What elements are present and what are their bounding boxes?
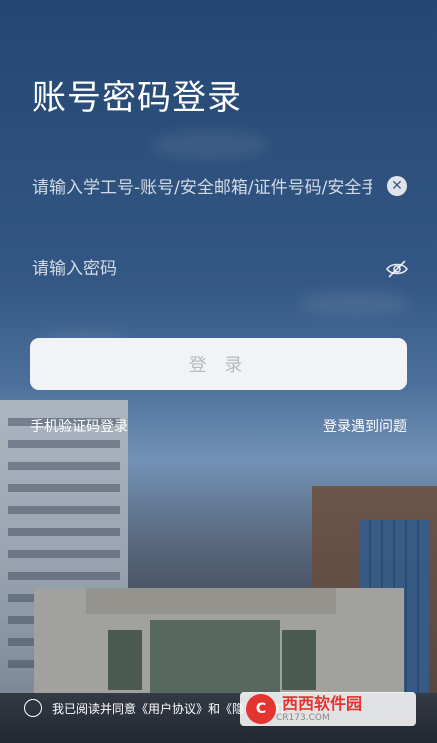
eye-off-icon[interactable] bbox=[385, 258, 409, 280]
username-field bbox=[32, 172, 410, 204]
clear-icon[interactable]: ✕ bbox=[387, 176, 407, 196]
login-help-link[interactable]: 登录遇到问题 bbox=[323, 416, 407, 436]
agreement-checkbox[interactable] bbox=[24, 699, 42, 717]
watermark: C 西西软件园 CR173.COM bbox=[240, 692, 416, 726]
username-input[interactable] bbox=[32, 172, 372, 204]
password-field bbox=[32, 253, 410, 285]
password-input[interactable] bbox=[32, 253, 372, 285]
watermark-text-block: 西西软件园 CR173.COM bbox=[276, 694, 363, 724]
watermark-brand: 西西软件园 bbox=[282, 694, 363, 713]
page-title: 账号密码登录 bbox=[32, 78, 242, 118]
login-button[interactable]: 登 录 bbox=[30, 338, 407, 390]
sms-login-link[interactable]: 手机验证码登录 bbox=[30, 416, 128, 436]
watermark-logo: C bbox=[246, 694, 276, 724]
watermark-site: CR173.COM bbox=[276, 713, 330, 723]
